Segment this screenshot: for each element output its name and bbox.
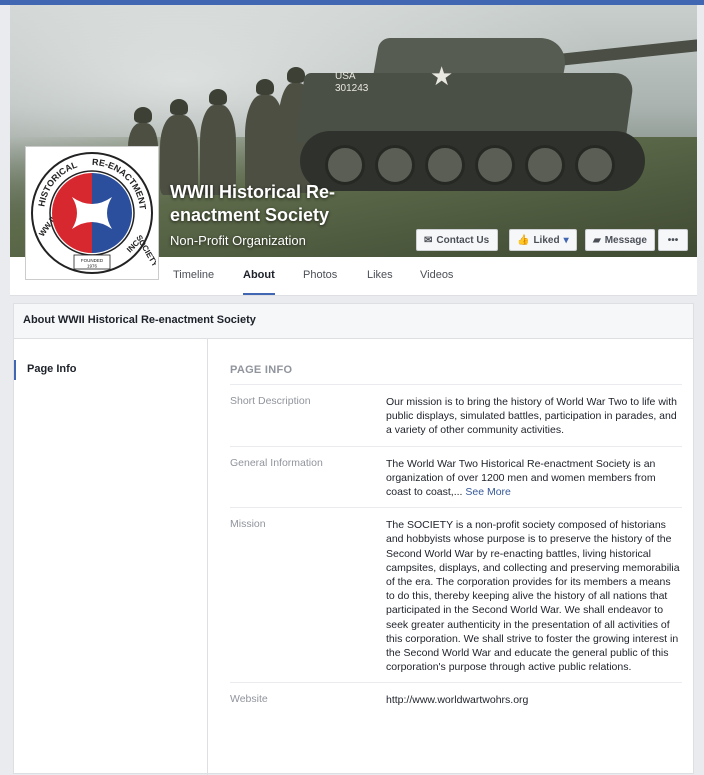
svg-text:FOUNDED: FOUNDED: [81, 258, 104, 263]
tab-likes[interactable]: Likes: [367, 257, 393, 295]
page-info-content: PAGE INFO Short Description Our mission …: [230, 364, 682, 716]
thumbs-up-icon: 👍: [517, 234, 530, 246]
message-button[interactable]: ▰ Message: [585, 229, 655, 251]
info-row-website: Website http://www.worldwartwohrs.org: [230, 682, 682, 715]
profile-picture[interactable]: HISTORICAL RE-ENACTMENT SOCIETY WW II IN…: [25, 146, 159, 280]
row-value: The SOCIETY is a non-profit society comp…: [386, 519, 680, 674]
info-row-short-description: Short Description Our mission is to brin…: [230, 384, 682, 446]
page-category[interactable]: Non-Profit Organization: [170, 233, 306, 248]
row-label: Mission: [230, 518, 266, 531]
envelope-icon: ✉: [424, 234, 433, 246]
tab-about[interactable]: About: [243, 257, 275, 295]
about-title: About WWII Historical Re-enactment Socie…: [23, 314, 256, 326]
row-label: Website: [230, 693, 268, 706]
tab-videos[interactable]: Videos: [420, 257, 453, 295]
about-panel: About WWII Historical Re-enactment Socie…: [13, 303, 694, 775]
tab-timeline[interactable]: Timeline: [173, 257, 214, 295]
tab-photos[interactable]: Photos: [303, 257, 337, 295]
tank-marking: USA 301243: [335, 71, 369, 94]
row-label: General Information: [230, 456, 323, 469]
more-dots-icon: •••: [667, 234, 679, 246]
row-value: Our mission is to bring the history of W…: [386, 396, 677, 437]
caret-down-icon: ▾: [563, 234, 569, 246]
row-value: The World War Two Historical Re-enactmen…: [386, 457, 656, 499]
page-title[interactable]: WWII Historical Re- enactment Society: [170, 181, 380, 227]
info-row-mission: Mission The SOCIETY is a non-profit soci…: [230, 507, 682, 682]
society-logo: HISTORICAL RE-ENACTMENT SOCIETY WW II IN…: [31, 152, 156, 274]
sidebar-item-page-info[interactable]: Page Info: [14, 360, 209, 380]
facebook-page: ★ USA 301243 WWII Historical Re- enactme…: [10, 5, 697, 775]
svg-text:1976: 1976: [87, 264, 98, 269]
more-options-button[interactable]: •••: [658, 229, 688, 251]
row-label: Short Description: [230, 395, 311, 407]
info-row-general-information: General Information The World War Two Hi…: [230, 445, 682, 508]
contact-us-button[interactable]: ✉ Contact Us: [416, 229, 498, 251]
section-title: PAGE INFO: [230, 364, 293, 376]
chat-icon: ▰: [593, 234, 601, 246]
star-icon: ★: [430, 61, 454, 91]
about-header: About WWII Historical Re-enactment Socie…: [14, 304, 693, 339]
about-sidebar: Page Info: [14, 338, 208, 775]
see-more-link[interactable]: See More: [465, 486, 511, 498]
liked-button[interactable]: 👍 Liked ▾: [509, 229, 577, 251]
website-link[interactable]: http://www.worldwartwohrs.org: [386, 693, 682, 707]
